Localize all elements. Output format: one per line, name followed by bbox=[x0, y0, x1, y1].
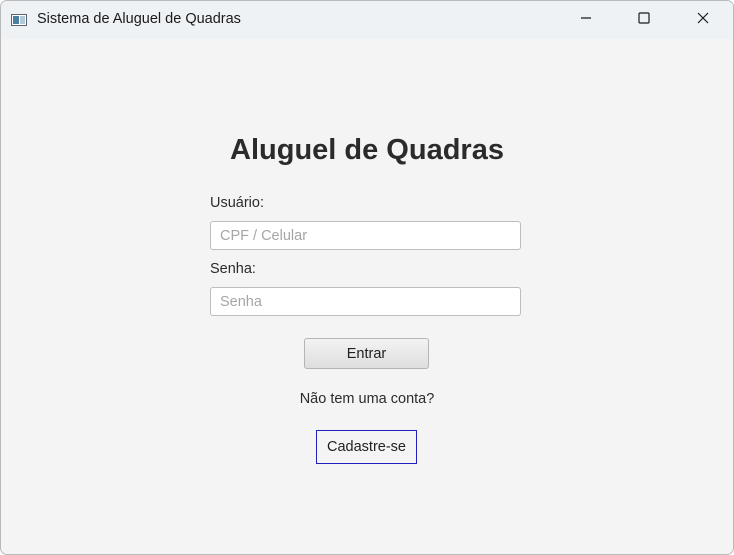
app-icon bbox=[11, 13, 27, 26]
login-panel: Aluguel de Quadras Usuário: Senha: Entra… bbox=[1, 39, 733, 554]
password-label: Senha: bbox=[210, 261, 256, 277]
minimize-icon bbox=[580, 11, 592, 29]
minimize-button[interactable] bbox=[557, 1, 615, 39]
maximize-button[interactable] bbox=[615, 1, 673, 39]
maximize-icon bbox=[638, 11, 650, 29]
no-account-text: Não tem uma conta? bbox=[299, 391, 435, 407]
login-button[interactable]: Entrar bbox=[304, 338, 429, 369]
app-window: Sistema de Aluguel de Quadras Aluguel de… bbox=[0, 0, 734, 555]
close-icon bbox=[697, 11, 709, 29]
window-title: Sistema de Aluguel de Quadras bbox=[37, 11, 241, 27]
close-button[interactable] bbox=[674, 1, 732, 39]
username-input[interactable] bbox=[210, 221, 521, 250]
page-title: Aluguel de Quadras bbox=[230, 134, 504, 166]
title-bar[interactable]: Sistema de Aluguel de Quadras bbox=[1, 1, 733, 39]
signup-button[interactable]: Cadastre-se bbox=[316, 430, 417, 464]
password-input[interactable] bbox=[210, 287, 521, 316]
username-label: Usuário: bbox=[210, 195, 264, 211]
